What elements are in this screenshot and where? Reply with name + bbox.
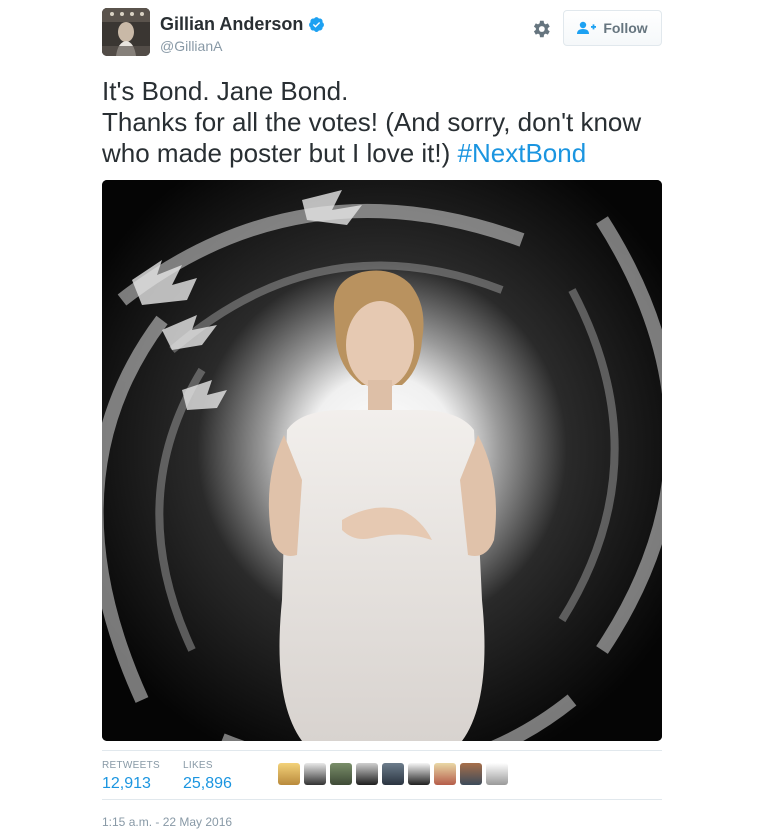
likes-count[interactable]: 25,896 xyxy=(183,775,232,793)
retweets-stat[interactable]: RETWEETS 12,913 xyxy=(102,760,160,793)
tweet-line-2: Thanks for all the votes! (And sorry, do… xyxy=(102,107,642,137)
follow-button[interactable]: Follow xyxy=(563,10,662,46)
hashtag-link[interactable]: #NextBond xyxy=(458,138,587,168)
tweet-text: It's Bond. Jane Bond. Thanks for all the… xyxy=(102,76,672,169)
liker-avatar[interactable] xyxy=(382,763,404,785)
avatar[interactable] xyxy=(102,8,150,56)
likers-avatars xyxy=(278,763,508,785)
retweets-count[interactable]: 12,913 xyxy=(102,775,160,793)
add-user-icon xyxy=(577,21,597,35)
follow-label: Follow xyxy=(603,20,648,36)
likes-label: LIKES xyxy=(183,760,213,771)
stats-divider-bottom xyxy=(102,799,662,800)
tweet-line-1: It's Bond. Jane Bond. xyxy=(102,76,349,106)
user-info: Gillian Anderson @GillianA xyxy=(160,14,325,54)
liker-avatar[interactable] xyxy=(278,763,300,785)
liker-avatar[interactable] xyxy=(330,763,352,785)
display-name[interactable]: Gillian Anderson xyxy=(160,14,303,35)
gear-icon[interactable] xyxy=(530,18,552,40)
name-row: Gillian Anderson xyxy=(160,14,325,35)
tweet-card: Gillian Anderson @GillianA Follow It's B… xyxy=(0,0,770,836)
liker-avatar[interactable] xyxy=(486,763,508,785)
liker-avatar[interactable] xyxy=(434,763,456,785)
likes-stat[interactable]: LIKES 25,896 xyxy=(183,760,232,793)
user-handle[interactable]: @GillianA xyxy=(160,38,325,54)
stats-divider-top xyxy=(102,750,662,751)
liker-avatar[interactable] xyxy=(356,763,378,785)
verified-badge-icon xyxy=(308,16,325,33)
tweet-line-3: who made poster but I love it!) xyxy=(102,138,451,168)
retweets-label: RETWEETS xyxy=(102,760,160,771)
tweet-image[interactable] xyxy=(102,180,662,741)
liker-avatar[interactable] xyxy=(304,763,326,785)
tweet-timestamp[interactable]: 1:15 a.m. - 22 May 2016 xyxy=(102,815,232,829)
tweet-line-3-wrap: who made poster but I love it!) #NextBon… xyxy=(102,138,672,169)
liker-avatar[interactable] xyxy=(460,763,482,785)
liker-avatar[interactable] xyxy=(408,763,430,785)
